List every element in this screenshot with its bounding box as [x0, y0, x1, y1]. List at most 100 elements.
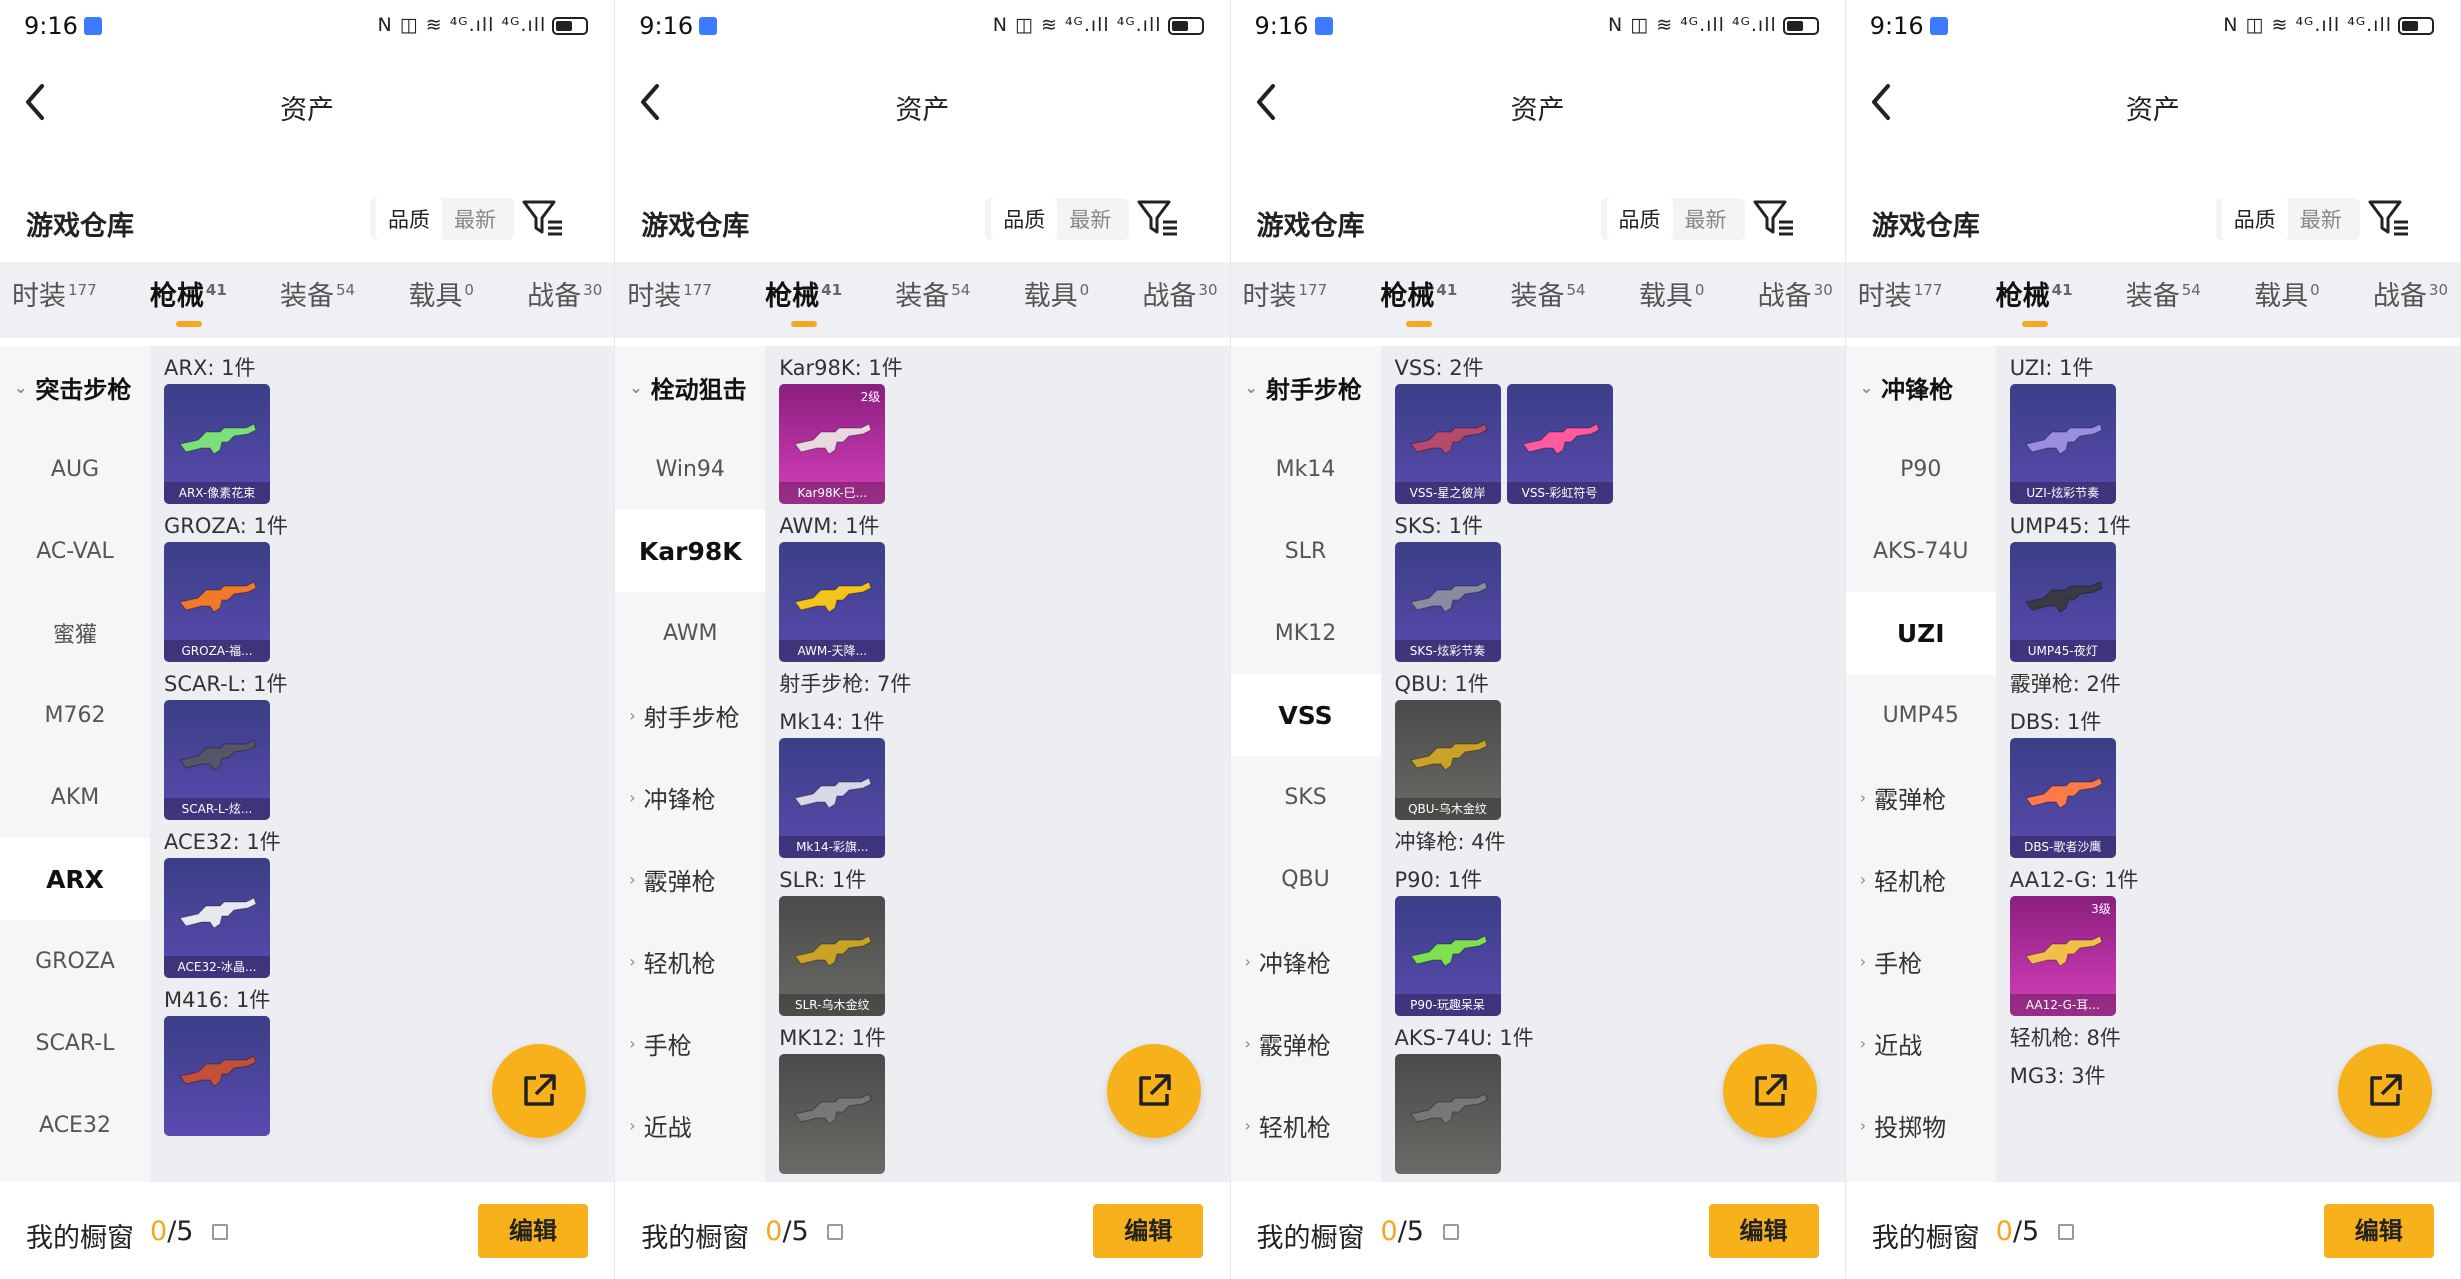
weapon-card[interactable]: GROZA-福... — [164, 542, 270, 662]
sidebar-category[interactable]: › 轻机枪 — [615, 920, 765, 1002]
weapon-card[interactable]: DBS-歌者沙鹰 — [2009, 738, 2116, 858]
weapon-card[interactable]: SCAR-L-炫... — [164, 700, 270, 820]
tab-0[interactable]: 时装 177 — [627, 274, 712, 327]
sidebar-item[interactable]: QBU — [1231, 838, 1381, 920]
sidebar-category[interactable]: › 手枪 — [615, 1002, 765, 1084]
weapon-card[interactable]: SLR-乌木金纹 — [779, 896, 886, 1016]
sidebar-category[interactable]: › 轻机枪 — [1231, 1084, 1381, 1166]
sidebar-category[interactable]: › 近战 — [615, 1084, 765, 1166]
weapon-card[interactable]: ARX-像素花束 — [164, 384, 270, 504]
tab-4[interactable]: 战备 30 — [1142, 274, 1217, 327]
sidebar-item[interactable]: UMP45 — [1846, 674, 1996, 756]
sidebar-category[interactable]: ⌄ 栓动狙击 — [615, 346, 765, 428]
sidebar-item[interactable]: P90 — [1846, 428, 1996, 510]
weapon-card[interactable]: UZI-炫彩节奏 — [2009, 384, 2116, 504]
weapon-card[interactable]: AWM-天降... — [779, 542, 886, 662]
tab-3[interactable]: 载具 0 — [1639, 274, 1705, 327]
weapon-card[interactable]: UMP45-夜灯 — [2009, 542, 2116, 662]
share-button[interactable] — [2337, 1044, 2432, 1138]
weapon-card[interactable]: VSS-星之彼岸 — [1394, 384, 1501, 504]
sort-quality-button[interactable]: 品质 — [376, 198, 442, 240]
filter-icon[interactable] — [520, 196, 566, 242]
sidebar-item[interactable]: SLR — [1231, 510, 1381, 592]
sidebar-category[interactable]: › 投掷物 — [1846, 1084, 1996, 1166]
weapon-card[interactable]: Mk14-彩旗... — [779, 738, 886, 858]
weapon-card[interactable] — [1394, 1054, 1501, 1174]
sort-latest-button[interactable]: 最新 — [2288, 204, 2354, 234]
tab-1[interactable]: 枪械 41 — [1996, 274, 2073, 327]
weapon-card[interactable] — [779, 1054, 886, 1174]
tab-2[interactable]: 装备 54 — [2126, 274, 2201, 327]
tab-1[interactable]: 枪械 41 — [150, 274, 227, 327]
sidebar-category[interactable]: › 近战 — [1846, 1002, 1996, 1084]
sort-latest-button[interactable]: 最新 — [1673, 204, 1739, 234]
tab-2[interactable]: 装备 54 — [895, 274, 970, 327]
weapon-card[interactable]: QBU-乌木金纹 — [1394, 700, 1501, 820]
sidebar-item[interactable]: Kar98K — [615, 510, 766, 592]
edit-button[interactable]: 编辑 — [1708, 1204, 1819, 1258]
sidebar-item[interactable]: MK12 — [1231, 592, 1381, 674]
filter-icon[interactable] — [1751, 196, 1797, 242]
weapon-card[interactable]: SKS-炫彩节奏 — [1394, 542, 1501, 662]
edit-button[interactable]: 编辑 — [2323, 1204, 2434, 1258]
weapon-card[interactable]: VSS-彩虹符号 — [1506, 384, 1613, 504]
tab-0[interactable]: 时装 177 — [1858, 274, 1943, 327]
tab-2[interactable]: 装备 54 — [1511, 274, 1586, 327]
tab-4[interactable]: 战备 30 — [527, 274, 602, 327]
sidebar-item[interactable]: AWM — [615, 592, 765, 674]
sidebar-item[interactable]: 蜜獾 — [0, 592, 150, 674]
sidebar-category[interactable]: › 手枪 — [1846, 920, 1996, 1002]
sort-quality-button[interactable]: 品质 — [1606, 198, 1673, 240]
sidebar-item[interactable]: SCAR-L — [0, 1002, 150, 1084]
tab-0[interactable]: 时装 177 — [1243, 274, 1328, 327]
tab-1[interactable]: 枪械 41 — [1380, 274, 1457, 327]
weapon-card[interactable]: 3级 AA12-G-耳... — [2009, 896, 2116, 1016]
tab-2[interactable]: 装备 54 — [280, 274, 355, 327]
filter-icon[interactable] — [1135, 196, 1181, 242]
share-button[interactable] — [492, 1044, 586, 1138]
sidebar-category[interactable]: › 射手步枪 — [615, 674, 765, 756]
weapon-card[interactable]: ACE32-冰晶... — [164, 858, 270, 978]
sort-quality-button[interactable]: 品质 — [991, 198, 1058, 240]
weapon-card[interactable] — [164, 1016, 270, 1136]
tab-0[interactable]: 时装 177 — [12, 274, 97, 327]
sidebar-item[interactable]: Mk14 — [1231, 428, 1381, 510]
sidebar-item[interactable]: VSS — [1230, 674, 1381, 756]
sidebar-category[interactable]: ⌄ 射手步枪 — [1231, 346, 1381, 428]
sort-latest-button[interactable]: 最新 — [442, 204, 508, 234]
filter-icon[interactable] — [2366, 196, 2412, 242]
sidebar-category[interactable]: › 霰弹枪 — [1846, 756, 1996, 838]
sidebar-item[interactable]: AKS-74U — [1846, 510, 1996, 592]
edit-button[interactable]: 编辑 — [478, 1204, 588, 1258]
sidebar-item[interactable]: AC-VAL — [0, 510, 150, 592]
tab-3[interactable]: 载具 0 — [408, 274, 474, 327]
sidebar-item[interactable]: AUG — [0, 428, 150, 510]
tab-4[interactable]: 战备 30 — [2373, 274, 2448, 327]
sidebar-category[interactable]: › 霰弹枪 — [615, 838, 765, 920]
sidebar-item[interactable]: UZI — [1845, 592, 1996, 674]
sidebar-category[interactable]: ⌄ 冲锋枪 — [1846, 346, 1996, 428]
sort-quality-button[interactable]: 品质 — [2221, 198, 2288, 240]
sort-latest-button[interactable]: 最新 — [1057, 204, 1123, 234]
tab-1[interactable]: 枪械 41 — [765, 274, 842, 327]
sidebar-category[interactable]: › 冲锋枪 — [1231, 920, 1381, 1002]
sidebar-item[interactable]: Win94 — [615, 428, 765, 510]
sidebar-item[interactable]: AKM — [0, 756, 150, 838]
sidebar-item[interactable]: GROZA — [0, 920, 150, 1002]
sidebar-category[interactable]: › 霰弹枪 — [1231, 1002, 1381, 1084]
sidebar-item[interactable]: M762 — [0, 674, 150, 756]
sidebar-item[interactable]: ACE32 — [0, 1084, 150, 1166]
share-button[interactable] — [1722, 1044, 1817, 1138]
tab-4[interactable]: 战备 30 — [1758, 274, 1833, 327]
sidebar-item[interactable]: ARX — [0, 838, 150, 920]
weapon-card[interactable]: P90-玩趣呆呆 — [1394, 896, 1501, 1016]
sidebar-category[interactable]: › 冲锋枪 — [615, 756, 765, 838]
tab-3[interactable]: 载具 0 — [2254, 274, 2320, 327]
sidebar-category[interactable]: › 轻机枪 — [1846, 838, 1996, 920]
share-button[interactable] — [1107, 1044, 1202, 1138]
weapon-card[interactable]: 2级 Kar98K-巳... — [779, 384, 886, 504]
tab-3[interactable]: 载具 0 — [1024, 274, 1090, 327]
edit-button[interactable]: 编辑 — [1093, 1204, 1204, 1258]
sidebar-item[interactable]: SKS — [1231, 756, 1381, 838]
sidebar-category[interactable]: ⌄ 突击步枪 — [0, 346, 150, 428]
